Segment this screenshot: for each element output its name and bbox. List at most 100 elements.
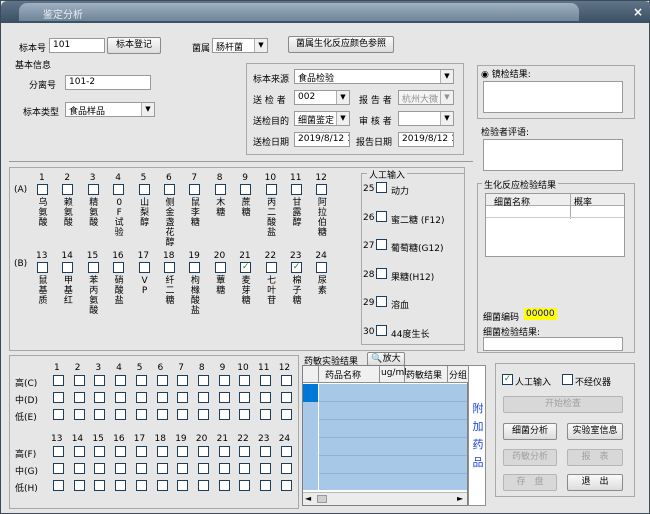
grid-checkbox[interactable] [73, 375, 85, 386]
grid-checkbox[interactable] [73, 446, 85, 457]
reaction-checkbox[interactable] [37, 262, 48, 273]
reaction-checkbox[interactable] [316, 262, 328, 273]
grid-checkbox[interactable] [280, 480, 292, 491]
grid-checkbox[interactable] [218, 375, 230, 386]
reaction-checkbox[interactable] [37, 184, 48, 195]
grid-checkbox[interactable] [115, 463, 127, 474]
grid-checkbox[interactable] [218, 409, 230, 420]
horizontal-scrollbar[interactable]: ◄ ► [303, 492, 467, 505]
reaction-checkbox[interactable] [62, 184, 74, 195]
reaction-checkbox[interactable] [113, 184, 125, 195]
grid-checkbox[interactable] [156, 375, 168, 386]
table-row[interactable] [486, 206, 624, 218]
grid-checkbox[interactable] [156, 409, 168, 420]
grid-checkbox[interactable] [260, 446, 271, 457]
grid-checkbox[interactable] [115, 446, 127, 457]
specimen-no-input[interactable]: 101 [49, 38, 105, 53]
drug-analysis-button[interactable]: 药敏分析 [503, 449, 557, 466]
reaction-checkbox[interactable] [240, 184, 252, 195]
grid-checkbox[interactable] [177, 392, 189, 403]
comment-input[interactable] [483, 139, 623, 171]
manual-item-checkbox[interactable] [376, 267, 387, 279]
exit-button[interactable]: 退 出 [567, 474, 623, 491]
scroll-right-icon[interactable]: ► [457, 494, 463, 503]
zoom-button[interactable]: 🔍放大 [367, 352, 405, 366]
grid-checkbox[interactable] [94, 463, 106, 474]
grid-checkbox[interactable] [280, 463, 292, 474]
manual-item-checkbox[interactable] [376, 296, 387, 308]
source-select[interactable]: 食品检验 ▼ [294, 69, 454, 84]
reaction-checkbox[interactable] [138, 184, 150, 195]
grid-checkbox[interactable] [239, 375, 251, 386]
reaction-checkbox[interactable] [265, 184, 277, 195]
report-button[interactable]: 报 表 [567, 449, 623, 466]
grid-checkbox[interactable] [239, 480, 251, 491]
grid-checkbox[interactable] [280, 446, 292, 457]
reaction-checkbox[interactable] [164, 262, 175, 273]
reaction-checkbox[interactable] [164, 184, 175, 195]
grid-checkbox[interactable] [53, 392, 64, 403]
row-selector[interactable] [303, 384, 318, 402]
biochem-table[interactable]: 细菌名称 概率 [485, 193, 625, 257]
grid-checkbox[interactable] [239, 446, 251, 457]
grid-checkbox[interactable] [156, 392, 168, 403]
reaction-checkbox[interactable] [291, 184, 302, 195]
grid-checkbox[interactable] [115, 409, 127, 420]
grid-checkbox[interactable] [177, 409, 189, 420]
reviewer-select[interactable]: ▼ [398, 111, 454, 126]
grid-checkbox[interactable] [73, 409, 85, 420]
grid-checkbox[interactable] [73, 463, 85, 474]
send-date-input[interactable]: 2019/8/12 1 [294, 132, 350, 147]
start-check-button[interactable]: 开始检查 [503, 396, 623, 413]
sender-select[interactable]: 002 ▼ [294, 90, 350, 105]
result-input[interactable] [483, 337, 623, 351]
grid-checkbox[interactable] [53, 409, 64, 420]
genus-select[interactable]: 肠杆菌 ▼ [212, 38, 268, 53]
reaction-checkbox[interactable] [265, 262, 277, 273]
reaction-checkbox[interactable]: ✓ [240, 262, 252, 273]
grid-checkbox[interactable] [280, 392, 292, 403]
save-button[interactable]: 存 盘 [503, 474, 557, 491]
grid-checkbox[interactable] [177, 375, 189, 386]
scroll-left-icon[interactable]: ◄ [305, 494, 311, 503]
grid-checkbox[interactable] [73, 392, 85, 403]
reaction-checkbox[interactable] [214, 184, 226, 195]
grid-checkbox[interactable] [135, 463, 147, 474]
drug-rows[interactable] [319, 384, 467, 490]
grid-checkbox[interactable] [239, 463, 251, 474]
manual-item-checkbox[interactable] [376, 210, 387, 222]
reaction-checkbox[interactable] [87, 184, 99, 195]
drug-table[interactable]: 药品名称 ug/ml 药敏结果 分组 ◄ ► [302, 365, 469, 506]
grid-checkbox[interactable] [135, 480, 147, 491]
attach-drug-label[interactable]: 附加药品 [472, 400, 484, 472]
grid-checkbox[interactable] [177, 463, 189, 474]
grid-checkbox[interactable] [94, 480, 106, 491]
grid-checkbox[interactable] [73, 480, 85, 491]
manual-item-checkbox[interactable] [376, 239, 387, 251]
grid-checkbox[interactable] [53, 480, 64, 491]
grid-checkbox[interactable] [156, 463, 168, 474]
grid-checkbox[interactable] [135, 375, 147, 386]
color-reference-button[interactable]: 菌属生化反应颜色参照 [288, 36, 394, 53]
grid-checkbox[interactable] [197, 392, 209, 403]
grid-checkbox[interactable] [53, 446, 64, 457]
grid-checkbox[interactable] [260, 409, 271, 420]
manual-item-checkbox[interactable] [376, 325, 387, 336]
grid-checkbox[interactable] [218, 480, 230, 491]
no-instrument-checkbox[interactable] [562, 374, 573, 385]
grid-checkbox[interactable] [94, 375, 106, 386]
register-button[interactable]: 标本登记 [107, 37, 161, 54]
close-icon[interactable]: × [633, 5, 643, 19]
grid-checkbox[interactable] [135, 409, 147, 420]
grid-checkbox[interactable] [260, 463, 271, 474]
grid-checkbox[interactable] [260, 375, 271, 386]
mirror-result-input[interactable] [483, 81, 623, 113]
manual-input-checkbox[interactable]: ✓ [502, 374, 513, 385]
isolate-input[interactable]: 101-2 [65, 75, 151, 90]
grid-checkbox[interactable] [197, 480, 209, 491]
grid-checkbox[interactable] [94, 446, 106, 457]
grid-checkbox[interactable] [280, 409, 292, 420]
grid-checkbox[interactable] [115, 375, 127, 386]
reaction-checkbox[interactable] [113, 262, 125, 273]
reaction-checkbox[interactable] [62, 262, 74, 273]
